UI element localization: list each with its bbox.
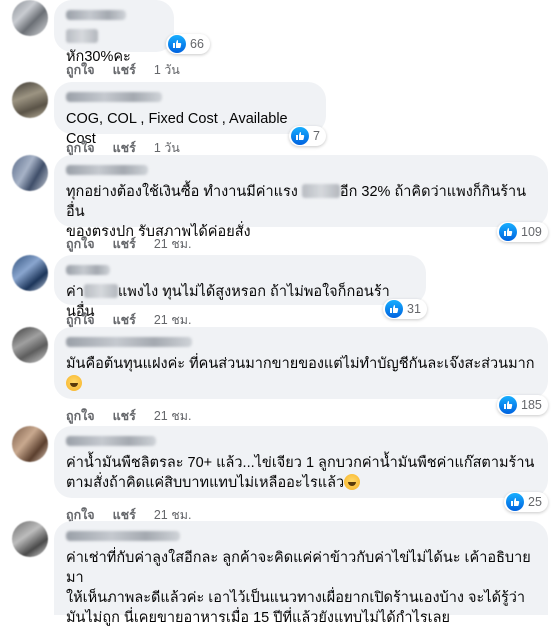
comment-bubble: ค่า แพงไง ทุนไม่ได้สูงหรอก ถ้าไม่พอใจก็กอ… bbox=[54, 255, 426, 320]
like-reaction-icon bbox=[385, 300, 403, 318]
like-reaction-icon bbox=[168, 35, 186, 53]
reply-link[interactable]: แชร์ bbox=[113, 406, 136, 426]
comment-bubble: หัก30%คะ bbox=[54, 0, 174, 65]
comment-text-line-2 bbox=[66, 374, 536, 394]
comment-actions: ถูกใจ แชร์ 21 ชม. bbox=[66, 406, 191, 426]
laughing-emoji-icon bbox=[66, 375, 82, 391]
reaction-count[interactable]: 25 bbox=[504, 492, 548, 512]
reaction-count[interactable]: 66 bbox=[166, 34, 210, 54]
comment-actions: ถูกใจ แชร์ 21 ชม. bbox=[66, 234, 191, 254]
comment-text-line-3: มันไม่ถูก นี่เคยขายอาหารเมื่อ 15 ปีที่แล… bbox=[66, 610, 450, 626]
reaction-count[interactable]: 109 bbox=[497, 222, 548, 242]
like-reaction-icon bbox=[506, 493, 524, 511]
like-link[interactable]: ถูกใจ bbox=[66, 60, 95, 80]
commenter-name[interactable] bbox=[66, 92, 162, 102]
timestamp[interactable]: 21 ชม. bbox=[154, 234, 192, 254]
comment-bubble: COG, COL , Fixed Cost , Available Cost bbox=[54, 82, 326, 147]
commenter-name[interactable] bbox=[66, 531, 180, 541]
commenter-name[interactable] bbox=[66, 337, 192, 347]
like-reaction-icon bbox=[499, 396, 517, 414]
commenter-name[interactable] bbox=[66, 165, 148, 175]
comment-bubble: มันคือต้นทุนแฝงค่ะ ที่คนส่วนมากขายของแต่… bbox=[54, 327, 548, 399]
reply-link[interactable]: แชร์ bbox=[113, 234, 136, 254]
commenter-name[interactable] bbox=[66, 10, 126, 20]
reaction-count[interactable]: 7 bbox=[289, 126, 326, 146]
avatar[interactable] bbox=[12, 0, 48, 36]
reaction-count[interactable]: 185 bbox=[497, 395, 548, 415]
comment-text-line-2: ให้เห็นภาพละดีแล้วค่ะ เอาไว้เป็นแนวทางเผ… bbox=[66, 590, 526, 606]
timestamp[interactable]: 1 วัน bbox=[154, 60, 180, 80]
like-reaction-icon bbox=[499, 223, 517, 241]
like-reaction-icon bbox=[291, 127, 309, 145]
comment-text-line-2: ตามสั่งถ้าคิดแค่สิบบาทแทบไม่เหลืออะไรแล้… bbox=[66, 473, 536, 493]
commenter-name[interactable] bbox=[66, 436, 156, 446]
scared-emoji-icon bbox=[344, 474, 361, 490]
like-link[interactable]: ถูกใจ bbox=[66, 234, 95, 254]
comment-bubble: ทุกอย่างต้องใช้เงินซื้อ ทำงานมีค่าแรง อี… bbox=[54, 155, 548, 240]
avatar[interactable] bbox=[12, 426, 48, 462]
comment-bubble: ค่าน้ำมันพืชลิตรละ 70+ แล้ว...ไข่เจียว 1… bbox=[54, 426, 548, 498]
avatar[interactable] bbox=[12, 327, 48, 363]
reaction-count[interactable]: 31 bbox=[383, 299, 427, 319]
comment-text: ค่าเช่าที่กับค่าลูงใสอีกละ ลูกค้าจะคิดแค… bbox=[66, 550, 531, 586]
timestamp[interactable]: 21 ชม. bbox=[154, 406, 192, 426]
avatar[interactable] bbox=[12, 521, 48, 557]
avatar[interactable] bbox=[12, 255, 48, 291]
comment-text: ทุกอย่างต้องใช้เงินซื้อ ทำงานมีค่าแรง อี… bbox=[66, 184, 527, 220]
reply-link[interactable]: แชร์ bbox=[113, 60, 136, 80]
avatar[interactable] bbox=[12, 82, 48, 118]
comment-text: ค่าน้ำมันพืชลิตรละ 70+ แล้ว...ไข่เจียว 1… bbox=[66, 455, 535, 471]
avatar[interactable] bbox=[12, 155, 48, 191]
comment-actions: ถูกใจ แชร์ 1 วัน bbox=[66, 60, 180, 80]
commenter-name[interactable] bbox=[66, 265, 110, 275]
like-link[interactable]: ถูกใจ bbox=[66, 406, 95, 426]
comment-bubble: ค่าเช่าที่กับค่าลูงใสอีกละ ลูกค้าจะคิดแค… bbox=[54, 521, 548, 626]
comment-text: มันคือต้นทุนแฝงค่ะ ที่คนส่วนมากขายของแต่… bbox=[66, 356, 535, 372]
